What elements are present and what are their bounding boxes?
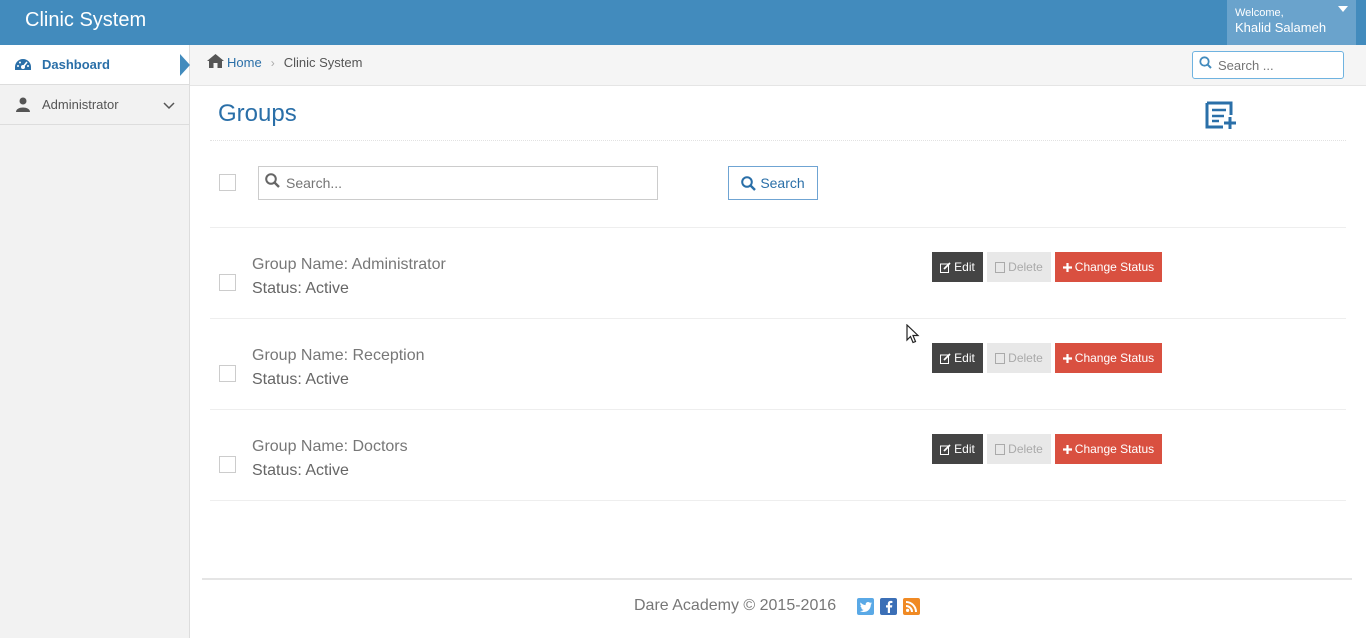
group-name: Group Name: Administrator <box>252 256 446 273</box>
change-status-button[interactable]: Change Status <box>1055 343 1162 373</box>
group-status: Status: Active <box>252 462 349 479</box>
list-search-input[interactable] <box>286 175 646 191</box>
delete-icon <box>995 352 1006 364</box>
top-navbar: Clinic System Welcome, Khalid Salameh <box>0 0 1366 45</box>
search-icon <box>741 175 757 191</box>
divider <box>210 500 1346 501</box>
user-menu[interactable]: Welcome, Khalid Salameh <box>1227 0 1356 45</box>
list-search <box>258 166 658 200</box>
edit-icon <box>940 352 951 364</box>
edit-button[interactable]: Edit <box>932 343 983 373</box>
change-status-button[interactable]: Change Status <box>1055 434 1162 464</box>
sidebar-item-label: Administrator <box>42 97 119 112</box>
delete-button[interactable]: Delete <box>987 343 1051 373</box>
sidebar-item-administrator[interactable]: Administrator <box>0 85 189 125</box>
delete-icon <box>995 443 1006 455</box>
rss-icon[interactable] <box>903 598 920 615</box>
sidebar-item-dashboard[interactable]: Dashboard <box>0 45 189 85</box>
app-title[interactable]: Clinic System <box>25 9 146 32</box>
user-icon <box>14 97 32 112</box>
footer-text: Dare Academy © 2015-2016 <box>634 597 837 614</box>
group-status: Status: Active <box>252 280 349 297</box>
mouse-cursor-icon <box>906 323 920 349</box>
welcome-label: Welcome, <box>1235 7 1284 19</box>
top-search-input[interactable] <box>1218 57 1338 73</box>
edit-icon <box>940 443 951 455</box>
search-button[interactable]: Search <box>728 166 818 200</box>
caret-down-icon[interactable] <box>1338 6 1348 12</box>
delete-label: Delete <box>1008 351 1043 365</box>
edit-button[interactable]: Edit <box>932 434 983 464</box>
chevron-down-icon[interactable] <box>163 98 175 113</box>
divider <box>210 227 1346 228</box>
change-status-button[interactable]: Change Status <box>1055 252 1162 282</box>
divider <box>210 318 1346 319</box>
breadcrumb: Home › Clinic System <box>207 54 362 71</box>
edit-label: Edit <box>954 260 975 274</box>
row-checkbox[interactable] <box>219 365 236 382</box>
plus-icon <box>1062 353 1072 363</box>
change-status-label: Change Status <box>1074 260 1155 274</box>
add-list-icon[interactable] <box>1205 101 1239 136</box>
edit-button[interactable]: Edit <box>932 252 983 282</box>
home-icon[interactable] <box>207 54 224 71</box>
edit-label: Edit <box>954 442 975 456</box>
delete-button[interactable]: Delete <box>987 434 1051 464</box>
delete-label: Delete <box>1008 442 1043 456</box>
group-name: Group Name: Reception <box>252 347 425 364</box>
edit-label: Edit <box>954 351 975 365</box>
search-button-label: Search <box>760 175 805 191</box>
delete-button[interactable]: Delete <box>987 252 1051 282</box>
breadcrumb-bar: Home › Clinic System <box>190 45 1366 86</box>
plus-icon <box>1062 444 1072 454</box>
delete-label: Delete <box>1008 260 1043 274</box>
chevron-right-icon: › <box>270 55 275 70</box>
change-status-label: Change Status <box>1074 351 1155 365</box>
row-checkbox[interactable] <box>219 456 236 473</box>
search-icon <box>1199 56 1212 74</box>
page-title: Groups <box>218 100 297 127</box>
divider <box>210 140 1346 141</box>
facebook-icon[interactable] <box>880 598 897 615</box>
sidebar-item-label: Dashboard <box>42 57 110 72</box>
footer-divider <box>202 578 1352 580</box>
search-icon <box>265 173 280 193</box>
group-name: Group Name: Doctors <box>252 438 408 455</box>
breadcrumb-current: Clinic System <box>283 55 363 70</box>
twitter-icon[interactable] <box>857 598 874 615</box>
delete-icon <box>995 261 1006 273</box>
top-search <box>1192 51 1344 79</box>
change-status-label: Change Status <box>1074 442 1155 456</box>
divider <box>210 409 1346 410</box>
sidebar: Dashboard Administrator <box>0 45 190 638</box>
plus-icon <box>1062 262 1072 272</box>
select-all-checkbox[interactable] <box>219 174 236 191</box>
group-status: Status: Active <box>252 371 349 388</box>
row-checkbox[interactable] <box>219 274 236 291</box>
dashboard-icon <box>14 57 32 73</box>
user-name: Khalid Salameh <box>1235 20 1327 35</box>
edit-icon <box>940 261 951 273</box>
breadcrumb-home-link[interactable]: Home <box>227 55 262 70</box>
